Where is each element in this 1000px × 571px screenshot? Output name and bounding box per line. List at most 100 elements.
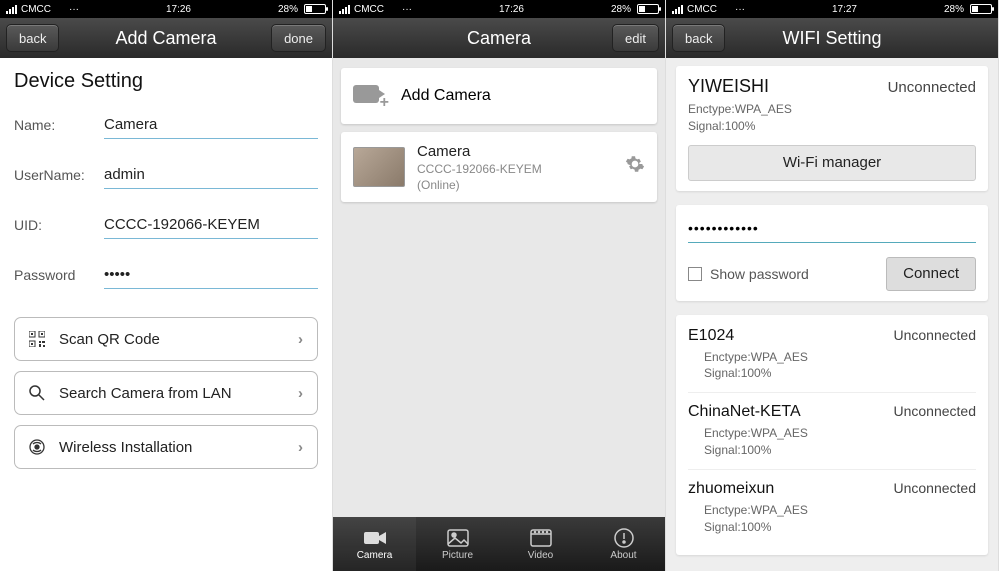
tab-camera[interactable]: Camera	[333, 517, 416, 571]
carrier-label: CMCC	[21, 4, 51, 15]
current-network-card: YIWEISHI Unconnected Enctype:WPA_AES Sig…	[676, 66, 988, 191]
add-camera-row[interactable]: + Add Camera	[341, 68, 657, 124]
search-lan-label: Search Camera from LAN	[59, 385, 232, 402]
network-enctype: Enctype:WPA_AES	[688, 425, 976, 442]
chevron-right-icon: ›	[298, 439, 303, 456]
username-input[interactable]	[104, 161, 318, 189]
back-button[interactable]: back	[672, 24, 725, 52]
search-icon	[29, 385, 45, 401]
current-state: Unconnected	[888, 79, 976, 96]
status-bar: CMCC ··· 17:27 28%	[666, 0, 998, 18]
camera-thumbnail	[353, 147, 405, 187]
network-ssid: E1024	[688, 327, 734, 345]
name-label: Name:	[14, 117, 104, 133]
network-item[interactable]: zhuomeixun Unconnected Enctype:WPA_AES S…	[688, 469, 976, 546]
name-input[interactable]	[104, 111, 318, 139]
battery-icon	[304, 4, 326, 14]
show-password-checkbox[interactable]: Show password	[688, 266, 809, 282]
done-button[interactable]: done	[271, 24, 326, 52]
wireless-install-label: Wireless Installation	[59, 439, 192, 456]
network-enctype: Enctype:WPA_AES	[688, 502, 976, 519]
back-button[interactable]: back	[6, 24, 59, 52]
wifi-icon	[55, 4, 65, 14]
camera-status: (Online)	[417, 178, 613, 192]
screen-add-camera: CMCC ··· 17:26 28% back Add Camera done …	[0, 0, 333, 571]
tab-about-label: About	[610, 550, 636, 561]
network-list: E1024 Unconnected Enctype:WPA_AES Signal…	[676, 315, 988, 556]
network-item[interactable]: ChinaNet-KETA Unconnected Enctype:WPA_AE…	[688, 392, 976, 469]
carrier-label: CMCC	[687, 4, 717, 15]
battery-pct: 28%	[611, 4, 631, 15]
search-lan-button[interactable]: Search Camera from LAN ›	[14, 371, 318, 415]
camera-name: Camera	[417, 143, 613, 160]
network-ssid: zhuomeixun	[688, 480, 774, 498]
network-item[interactable]: E1024 Unconnected Enctype:WPA_AES Signal…	[688, 325, 976, 393]
camera-icon	[364, 528, 386, 548]
battery-icon	[970, 4, 992, 14]
show-password-label: Show password	[710, 266, 809, 282]
tab-picture-label: Picture	[442, 550, 473, 561]
current-signal: Signal:100%	[688, 118, 976, 135]
username-label: UserName:	[14, 167, 104, 183]
camera-list-item[interactable]: Camera CCCC-192066-KEYEM (Online)	[341, 132, 657, 202]
wifi-icon	[388, 4, 398, 14]
network-state: Unconnected	[893, 480, 976, 496]
tab-camera-label: Camera	[357, 550, 393, 561]
uid-label: UID:	[14, 217, 104, 233]
nav-bar: Camera edit	[333, 18, 665, 58]
network-signal: Signal:100%	[688, 365, 976, 382]
qr-icon	[29, 331, 45, 347]
add-camera-icon: +	[353, 83, 387, 109]
signal-icon	[672, 5, 683, 14]
password-input[interactable]	[104, 261, 318, 289]
network-signal: Signal:100%	[688, 442, 976, 459]
chevron-right-icon: ›	[298, 331, 303, 348]
tab-video-label: Video	[528, 550, 553, 561]
wifi-manager-button[interactable]: Wi-Fi manager	[688, 145, 976, 181]
clock: 17:27	[832, 4, 857, 15]
status-dots: ···	[402, 4, 412, 15]
current-enctype: Enctype:WPA_AES	[688, 101, 976, 118]
tab-picture[interactable]: Picture	[416, 517, 499, 571]
add-camera-label: Add Camera	[401, 87, 491, 105]
connect-button[interactable]: Connect	[886, 257, 976, 291]
video-icon	[530, 528, 552, 548]
password-label: Password	[14, 267, 104, 283]
carrier-label: CMCC	[354, 4, 384, 15]
nav-bar: back Add Camera done	[0, 18, 332, 58]
camera-uid: CCCC-192066-KEYEM	[417, 162, 613, 176]
battery-pct: 28%	[278, 4, 298, 15]
wireless-icon	[29, 439, 45, 455]
uid-input[interactable]	[104, 211, 318, 239]
clock: 17:26	[166, 4, 191, 15]
network-state: Unconnected	[893, 403, 976, 419]
about-icon	[613, 528, 635, 548]
signal-icon	[6, 5, 17, 14]
current-ssid: YIWEISHI	[688, 76, 769, 97]
tab-video[interactable]: Video	[499, 517, 582, 571]
screen-camera-list: CMCC ··· 17:26 28% Camera edit + Add Cam…	[333, 0, 666, 571]
network-state: Unconnected	[893, 327, 976, 343]
section-title: Device Setting	[14, 70, 318, 93]
nav-bar: back WIFI Setting	[666, 18, 998, 58]
chevron-right-icon: ›	[298, 385, 303, 402]
network-signal: Signal:100%	[688, 519, 976, 536]
checkbox-icon	[688, 267, 702, 281]
network-ssid: ChinaNet-KETA	[688, 403, 801, 421]
gear-icon[interactable]	[625, 154, 645, 180]
status-dots: ···	[735, 4, 745, 15]
battery-pct: 28%	[944, 4, 964, 15]
edit-button[interactable]: edit	[612, 24, 659, 52]
status-dots: ···	[69, 4, 79, 15]
wifi-password-input[interactable]	[688, 215, 976, 243]
battery-icon	[637, 4, 659, 14]
scan-qr-button[interactable]: Scan QR Code ›	[14, 317, 318, 361]
screen-wifi-setting: CMCC ··· 17:27 28% back WIFI Setting YIW…	[666, 0, 999, 571]
scan-qr-label: Scan QR Code	[59, 331, 160, 348]
tab-bar: Camera Picture Video About	[333, 517, 665, 571]
wireless-install-button[interactable]: Wireless Installation ›	[14, 425, 318, 469]
status-bar: CMCC ··· 17:26 28%	[0, 0, 332, 18]
form-area: Device Setting Name: UserName: UID: Pass…	[0, 58, 332, 571]
tab-about[interactable]: About	[582, 517, 665, 571]
signal-icon	[339, 5, 350, 14]
